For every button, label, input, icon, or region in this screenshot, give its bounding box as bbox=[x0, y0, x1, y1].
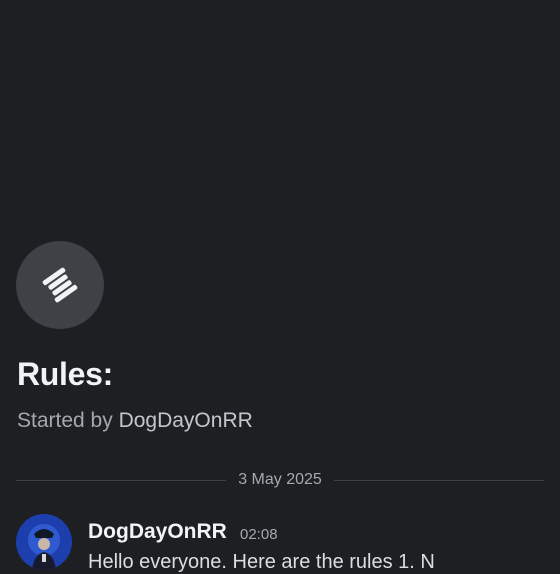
divider-line-left bbox=[16, 479, 227, 481]
avatar-image bbox=[16, 514, 72, 570]
thread-starter-name[interactable]: DogDayOnRR bbox=[119, 409, 253, 432]
message-text: Hello everyone. Here are the rules 1. N bbox=[88, 551, 435, 573]
divider-line-right bbox=[333, 479, 545, 481]
avatar[interactable] bbox=[16, 514, 72, 570]
thread-icon bbox=[16, 241, 104, 329]
divider-date: 3 May 2025 bbox=[238, 471, 322, 488]
started-by-label: Started by bbox=[17, 409, 119, 432]
thread-started-by: Started by DogDayOnRR bbox=[17, 409, 253, 433]
message-author[interactable]: DogDayOnRR bbox=[88, 520, 227, 544]
date-divider: 3 May 2025 bbox=[16, 470, 545, 490]
message-timestamp: 02:08 bbox=[240, 526, 278, 543]
thread-title: Rules: bbox=[17, 356, 113, 392]
thread-glyph-icon bbox=[42, 267, 78, 303]
message-item[interactable]: DogDayOnRR 02:08 Hello everyone. Here ar… bbox=[16, 514, 544, 574]
